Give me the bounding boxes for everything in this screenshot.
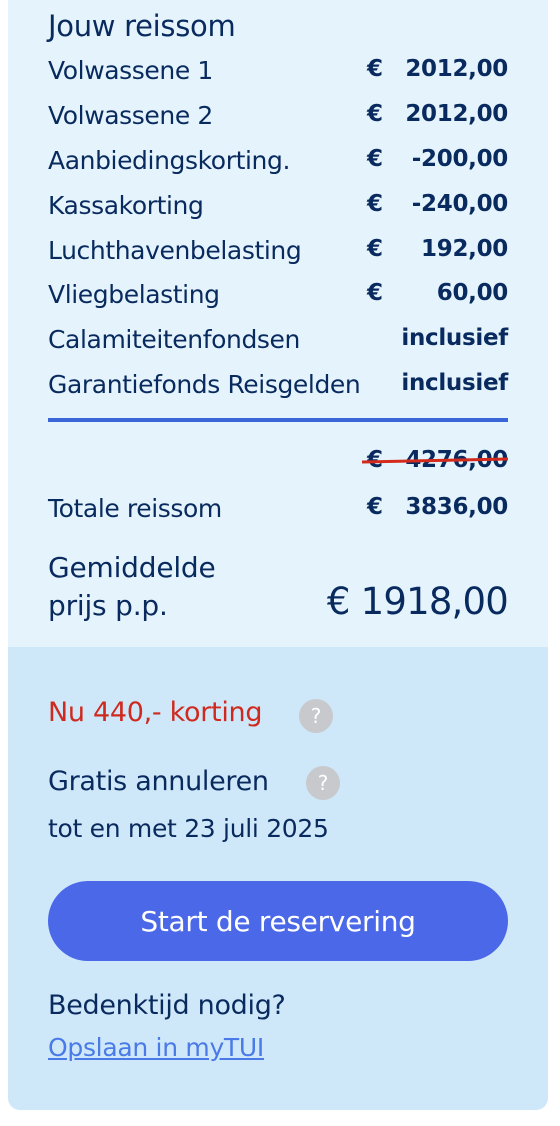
row-label: Garantiefonds Reisgelden <box>48 370 361 399</box>
price-row-flight-tax: Vliegbelasting € 60,00 <box>48 280 508 314</box>
total-currency: € <box>367 494 384 520</box>
average-price-value: € 1918,00 <box>326 580 509 623</box>
price-row-adult-1: Volwassene 1 € 2012,00 <box>48 56 508 90</box>
row-label: Aanbiedingskorting. <box>48 146 290 175</box>
row-currency: € <box>367 280 384 306</box>
original-total-price: € 4276,00 <box>361 447 508 479</box>
row-label: Calamiteitenfondsen <box>48 325 300 354</box>
average-price-label: Gemiddelde prijs p.p. <box>48 549 216 625</box>
row-label: Volwassene 2 <box>48 101 213 130</box>
save-in-mytui-link[interactable]: Opslaan in myTUI <box>48 1033 264 1062</box>
price-breakdown-section: Jouw reissom Volwassene 1 € 2012,00 Volw… <box>8 0 548 647</box>
price-row-calamity-fund: Calamiteitenfondsen inclusief <box>48 325 508 359</box>
price-row-cash-discount: Kassakorting € -240,00 <box>48 191 508 225</box>
row-currency: € <box>367 191 384 217</box>
row-currency: € <box>367 101 384 127</box>
row-currency: € <box>367 146 384 172</box>
price-row-adult-2: Volwassene 2 € 2012,00 <box>48 101 508 135</box>
total-divider <box>48 418 508 422</box>
row-amount: 192,00 <box>421 236 508 262</box>
row-amount: -240,00 <box>411 191 509 217</box>
price-row-guarantee-fund: Garantiefonds Reisgelden inclusief <box>48 370 508 404</box>
discount-text: Nu 440,- korting <box>48 697 263 728</box>
free-cancellation-title: Gratis annuleren <box>48 766 269 797</box>
total-amount: 3836,00 <box>405 494 508 520</box>
think-it-over-title: Bedenktijd nodig? <box>48 990 286 1021</box>
row-amount: 60,00 <box>436 280 509 306</box>
discount-help-icon[interactable]: ? <box>299 699 333 733</box>
row-amount: 2012,00 <box>405 56 508 82</box>
row-label: Luchthavenbelasting <box>48 236 302 265</box>
row-label: Volwassene 1 <box>48 56 213 85</box>
row-amount: inclusief <box>401 370 508 396</box>
average-label-line-1: Gemiddelde <box>48 551 216 584</box>
start-reservation-button[interactable]: Start de reservering <box>48 881 508 961</box>
free-cancellation-date: tot en met 23 juli 2025 <box>48 814 329 843</box>
cancellation-help-icon[interactable]: ? <box>306 766 340 800</box>
row-amount: 2012,00 <box>405 101 508 127</box>
total-price-row: Totale reissom € 3836,00 <box>48 494 508 528</box>
row-amount: -200,00 <box>411 146 509 172</box>
row-currency: € <box>367 236 384 262</box>
row-amount: inclusief <box>401 325 508 351</box>
price-summary-card: Jouw reissom Volwassene 1 € 2012,00 Volw… <box>8 0 548 1110</box>
row-currency: € <box>367 56 384 82</box>
total-label: Totale reissom <box>48 494 222 523</box>
row-label: Vliegbelasting <box>48 280 220 309</box>
price-row-offer-discount: Aanbiedingskorting. € -200,00 <box>48 146 508 180</box>
summary-title: Jouw reissom <box>48 9 236 43</box>
average-label-line-2: prijs p.p. <box>48 589 168 622</box>
price-row-airport-tax: Luchthavenbelasting € 192,00 <box>48 236 508 270</box>
row-label: Kassakorting <box>48 191 204 220</box>
